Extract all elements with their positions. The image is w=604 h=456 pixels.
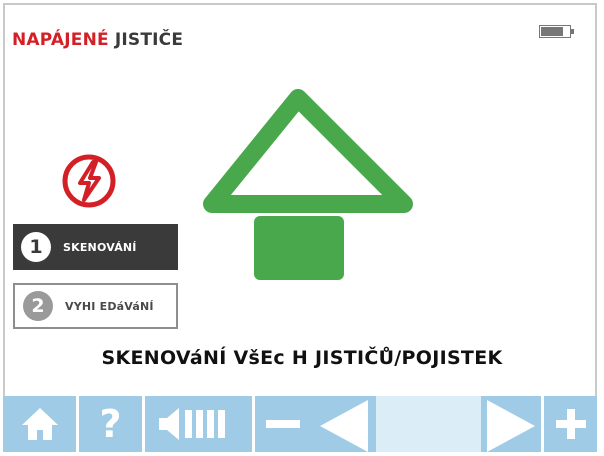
- help-icon: ?: [99, 402, 122, 446]
- volume-icon: [158, 408, 225, 440]
- instruction-text: SKENOVáNÍ VšEc H JISTIČŮ/POJISTEK: [101, 347, 503, 369]
- help-button[interactable]: ?: [79, 396, 142, 452]
- plus-icon: [555, 409, 586, 439]
- step-number-badge: 1: [21, 232, 51, 262]
- step-searching[interactable]: 2 VYHI EDáVáNÍ: [13, 283, 178, 329]
- up-arrow-icon: [203, 89, 413, 280]
- step-number-badge: 2: [23, 291, 53, 321]
- screen: NAPÁJENÉ JISTIČE 1 SKENOVÁNÍ 2 VYHI EDáVá…: [0, 0, 604, 456]
- title-powered: NAPÁJENÉ: [12, 30, 109, 50]
- home-icon: [21, 408, 58, 440]
- home-button[interactable]: [3, 396, 76, 452]
- left-triangle-icon: [319, 400, 368, 452]
- previous-button[interactable]: [311, 396, 376, 452]
- title-breakers: JISTIČE: [114, 30, 184, 50]
- plus-button[interactable]: [544, 396, 597, 452]
- step-label: VYHI EDáVáNÍ: [65, 299, 154, 313]
- electric-hazard-icon: [62, 154, 116, 208]
- minus-button[interactable]: [255, 396, 311, 452]
- page-title: NAPÁJENÉ JISTIČE: [12, 30, 183, 50]
- minus-icon: [266, 420, 300, 428]
- volume-button[interactable]: [145, 396, 252, 452]
- step-label: SKENOVÁNÍ: [63, 240, 137, 254]
- right-triangle-icon: [487, 400, 535, 452]
- position-slider[interactable]: [376, 396, 481, 452]
- step-scanning[interactable]: 1 SKENOVÁNÍ: [13, 224, 178, 270]
- battery-icon: [539, 25, 574, 38]
- bottom-toolbar: ?: [3, 396, 597, 452]
- next-button[interactable]: [481, 396, 541, 452]
